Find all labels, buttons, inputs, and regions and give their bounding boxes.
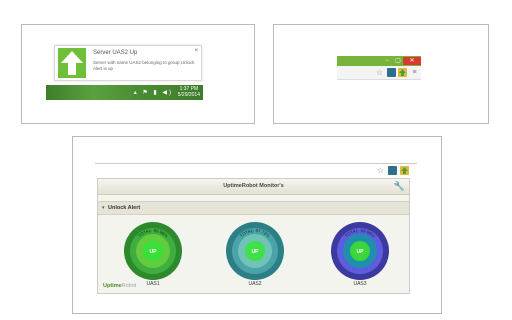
popup-title: UptimeRobot Monitor's [223, 183, 284, 189]
uptimerobot-extension-icon[interactable] [400, 166, 409, 175]
star-icon[interactable]: ☆ [376, 166, 385, 175]
monitor-uas2[interactable]: TOTAL: 97.72% UP UAS2 [225, 221, 285, 295]
extension-popup-panel: ☆ UptimeRobot Monitor's 🔧 ▾ Unlock Alert… [72, 136, 442, 314]
clock-date: 5/29/2014 [177, 92, 200, 98]
monitor-gauge: TOTAL: 97.72%UP [226, 222, 284, 280]
up-arrow-icon [399, 69, 406, 76]
monitor-gauge: TOTAL: 99.99%UP [331, 222, 389, 280]
menu-icon[interactable]: ≡ [410, 68, 419, 77]
system-tray-icons[interactable]: ▴ ⚑ ▮ ◀) [134, 89, 173, 96]
star-icon[interactable]: ☆ [375, 68, 384, 77]
window-close-button[interactable]: ✕ [403, 57, 421, 65]
browser-toolbar-panel: − ▢ ✕ ☆ ≡ [273, 24, 489, 124]
close-icon[interactable]: × [194, 48, 198, 54]
status-label: UP [150, 249, 158, 255]
monitor-gauge: TOTAL: 99.99%UP [124, 222, 182, 280]
status-label: UP [357, 249, 365, 255]
up-arrow-icon [401, 167, 408, 174]
uptimerobot-extension-icon[interactable] [398, 68, 407, 77]
toolbar-strip: ☆ ≡ [337, 66, 421, 80]
extension-icon[interactable] [387, 68, 396, 77]
uptimerobot-logo: UptimeRobot [103, 283, 136, 289]
taskbar-clock[interactable]: 1:37 PM 5/29/2014 [178, 86, 200, 98]
notification-toast[interactable]: Server UAS2 Up Server with name UAS2 bel… [54, 45, 202, 81]
popup-header: UptimeRobot Monitor's 🔧 [98, 179, 409, 195]
logo-text-uptime: Uptime [103, 283, 122, 289]
taskbar: ▴ ⚑ ▮ ◀) 1:37 PM 5/29/2014 [46, 85, 203, 100]
monitor-name: UAS2 [248, 281, 262, 287]
minimize-button[interactable]: − [383, 57, 391, 65]
maximize-button[interactable]: ▢ [394, 57, 402, 65]
chevron-down-icon: ▾ [102, 205, 105, 211]
group-header[interactable]: ▾ Unlock Alert [98, 201, 409, 215]
group-label: Unlock Alert [108, 205, 141, 211]
monitor-popup: UptimeRobot Monitor's 🔧 ▾ Unlock Alert T… [97, 178, 410, 294]
notification-title: Server UAS2 Up [93, 50, 138, 56]
up-arrow-icon [58, 48, 86, 78]
settings-wrench-icon[interactable]: 🔧 [394, 181, 405, 192]
status-label: UP [252, 249, 260, 255]
logo-text-robot: Robot [121, 283, 137, 289]
notification-body: Server with name UAS2 belonging to group… [93, 60, 195, 71]
notification-panel: Server UAS2 Up Server with name UAS2 bel… [21, 24, 255, 124]
extension-icon[interactable] [388, 166, 397, 175]
window-titlebar: − ▢ ✕ [337, 56, 421, 66]
toolbar-strip: ☆ [95, 163, 417, 176]
monitor-name: UAS3 [353, 281, 367, 287]
monitor-uas3[interactable]: TOTAL: 99.99% UP UAS3 [330, 221, 390, 295]
